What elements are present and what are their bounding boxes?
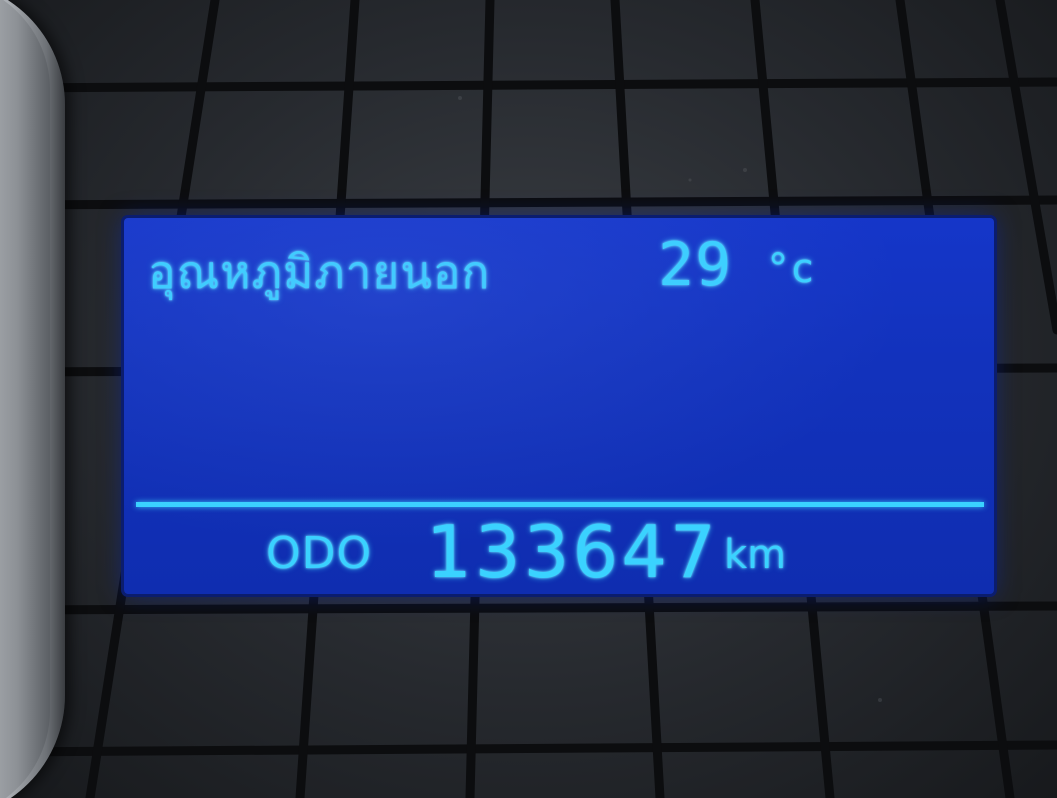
lcd-divider-line [136, 502, 984, 507]
outside-temperature-value: 29 [658, 230, 733, 300]
lcd-display: อุณหภูมิภายนอก 29 °c ODO 133647 km [124, 218, 994, 594]
outside-temperature-label: อุณหภูมิภายนอก [148, 245, 491, 299]
odometer-value: 133647 [426, 510, 719, 594]
odometer-label: ODO [266, 528, 373, 579]
instrument-cluster-photo: อุณหภูมิภายนอก 29 °c ODO 133647 km [0, 0, 1057, 798]
gauge-bezel-inner [0, 0, 50, 798]
odometer-unit: km [724, 532, 787, 578]
outside-temperature-unit: °c [766, 246, 815, 292]
